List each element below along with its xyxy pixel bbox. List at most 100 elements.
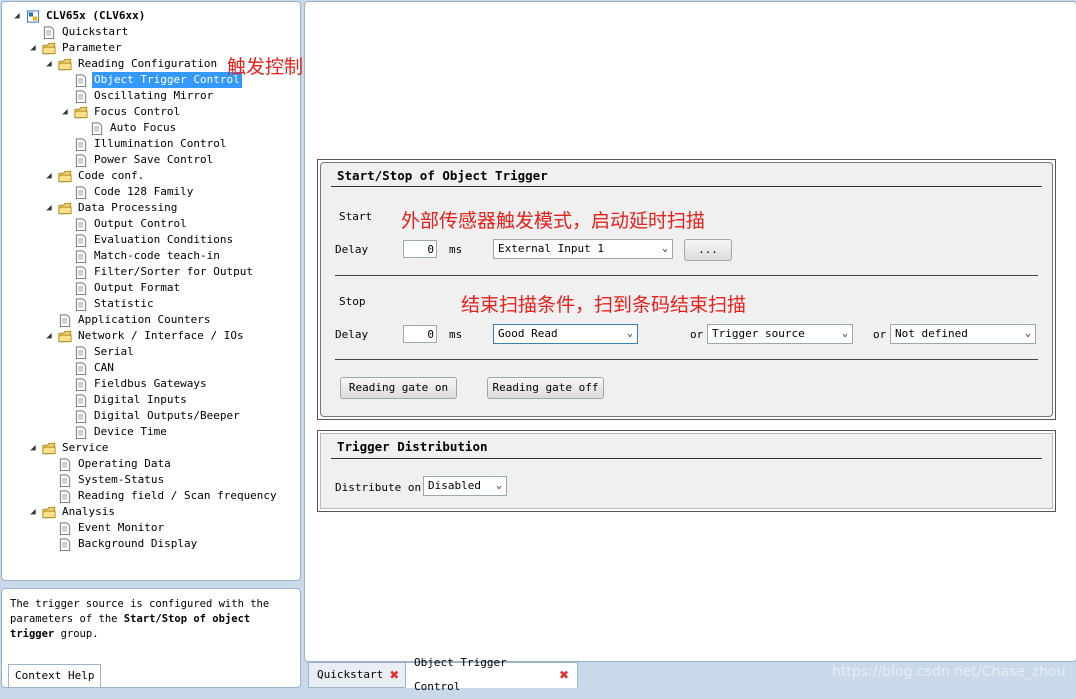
start-source-value: External Input 1 — [498, 242, 604, 255]
tree-item-label: Operating Data — [78, 457, 171, 470]
tab-context-help[interactable]: Context Help — [8, 664, 102, 687]
expand-toggle-icon[interactable]: ◢ — [60, 107, 70, 117]
tree-item[interactable]: System-Status — [44, 472, 166, 488]
tree-item[interactable]: Serial — [60, 344, 136, 360]
tree-item[interactable]: Oscillating Mirror — [60, 88, 215, 104]
tree-item[interactable]: Object Trigger Control — [60, 72, 242, 88]
tree-item[interactable]: Quickstart — [28, 24, 130, 40]
chevron-down-icon: ⌄ — [1024, 328, 1031, 339]
tree-item-label: Oscillating Mirror — [94, 89, 214, 102]
start-stop-group-inner: Start/Stop of Object Trigger Start Delay… — [320, 162, 1053, 417]
trigger-distribution-inner: Trigger Distribution Distribute on Disab… — [320, 433, 1053, 509]
help-text: The trigger source is configured with th… — [10, 598, 270, 640]
folder-icon — [58, 170, 72, 182]
tree-item-label: Code conf. — [78, 169, 145, 182]
expand-toggle-icon[interactable]: ◢ — [28, 507, 38, 517]
tree-item[interactable]: ◢ Service — [28, 440, 110, 456]
tree-item[interactable]: ◢ CLV65x (CLV6xx) — [12, 8, 147, 24]
tree-item[interactable]: Application Counters — [44, 312, 212, 328]
tree-item[interactable]: ◢ Reading Configuration — [44, 56, 219, 72]
tree-item[interactable]: ◢ Parameter — [28, 40, 124, 56]
stop-delay-unit: ms — [449, 328, 463, 341]
reading-gate-on-button[interactable]: Reading gate on — [340, 377, 457, 399]
tree-item[interactable]: ◢ Network / Interface / IOs — [44, 328, 246, 344]
expand-toggle-icon[interactable]: ◢ — [44, 171, 54, 181]
start-source-select[interactable]: External Input 1 ⌄ — [493, 239, 673, 259]
tree-item[interactable]: ◢ Code conf. — [44, 168, 146, 184]
stop-condition-select-1[interactable]: Good Read ⌄ — [493, 324, 638, 344]
stop-delay-input[interactable]: 0 — [403, 325, 437, 343]
page-icon — [75, 425, 87, 439]
expand-toggle-icon[interactable]: ◢ — [28, 43, 38, 53]
tree-item-label: Output Control — [94, 217, 187, 230]
stop-condition-select-3[interactable]: Not defined ⌄ — [890, 324, 1036, 344]
page-icon — [75, 217, 87, 231]
tree-item[interactable]: Fieldbus Gateways — [60, 376, 209, 392]
tree-item[interactable]: ◢ Focus Control — [60, 104, 182, 120]
folder-icon — [58, 330, 72, 342]
tree-item[interactable]: Device Time — [60, 424, 169, 440]
tree-item[interactable]: Match-code teach-in — [60, 248, 222, 264]
chevron-down-icon: ⌄ — [495, 480, 502, 491]
tree-item[interactable]: Auto Focus — [76, 120, 178, 136]
expand-toggle-icon[interactable]: ◢ — [12, 11, 22, 21]
tree-item[interactable]: Digital Outputs/Beeper — [60, 408, 242, 424]
watermark: https://blog.csdn.net/Chase_zhou — [832, 664, 1066, 680]
tree-item[interactable]: Event Monitor — [44, 520, 166, 536]
tree-item-label: Digital Inputs — [94, 393, 187, 406]
stop-label: Stop — [339, 295, 366, 308]
tree-item-label: CLV65x (CLV6xx) — [46, 9, 146, 22]
tree-item[interactable]: ◢ Data Processing — [44, 200, 179, 216]
stop-condition-3-value: Not defined — [895, 327, 968, 340]
stop-condition-select-2[interactable]: Trigger source ⌄ — [707, 324, 853, 344]
buttons-divider — [335, 359, 1038, 360]
tree-item-label: Illumination Control — [94, 137, 227, 150]
tree-item-label: Event Monitor — [78, 521, 165, 534]
tree-item[interactable]: Illumination Control — [60, 136, 228, 152]
expand-toggle-icon[interactable]: ◢ — [44, 331, 54, 341]
close-icon[interactable]: ✖ — [389, 663, 399, 687]
tab-object-trigger-control[interactable]: Object Trigger Control ✖ — [405, 656, 578, 693]
reading-gate-off-button[interactable]: Reading gate off — [487, 377, 604, 399]
tree-item[interactable]: Output Control — [60, 216, 189, 232]
tree-item[interactable]: Statistic — [60, 296, 156, 312]
tree-item[interactable]: Code 128 Family — [60, 184, 195, 200]
tree-item-label: Service — [62, 441, 109, 454]
tree-item[interactable]: Digital Inputs — [60, 392, 189, 408]
expand-toggle-icon[interactable]: ◢ — [44, 59, 54, 69]
distribution-title-divider — [331, 458, 1042, 459]
page-icon — [75, 281, 87, 295]
expand-toggle-icon[interactable]: ◢ — [44, 203, 54, 213]
chevron-down-icon: ⌄ — [626, 328, 633, 339]
expand-toggle-icon[interactable]: ◢ — [28, 443, 38, 453]
tree-item[interactable]: Evaluation Conditions — [60, 232, 235, 248]
tree-item[interactable]: Reading field / Scan frequency — [44, 488, 279, 504]
tree-item[interactable]: ◢ Analysis — [28, 504, 117, 520]
start-delay-label: Delay — [335, 243, 369, 256]
tree-item[interactable]: Filter/Sorter for Output — [60, 264, 255, 280]
distribute-on-select[interactable]: Disabled ⌄ — [423, 476, 507, 496]
tree-item[interactable]: Background Display — [44, 536, 199, 552]
close-icon[interactable]: ✖ — [559, 663, 569, 687]
tree-item-label: Quickstart — [62, 25, 129, 38]
page-icon — [75, 265, 87, 279]
tree-item[interactable]: Output Format — [60, 280, 182, 296]
tree-item[interactable]: Power Save Control — [60, 152, 215, 168]
folder-icon — [42, 506, 56, 518]
folder-icon — [74, 106, 88, 118]
page-icon — [75, 361, 87, 375]
stop-condition-1-value: Good Read — [498, 327, 558, 340]
tree-item-label: Digital Outputs/Beeper — [94, 409, 240, 422]
tree-item[interactable]: Operating Data — [44, 456, 173, 472]
start-more-button[interactable]: ... — [684, 239, 732, 261]
tab-quickstart[interactable]: Quickstart ✖ — [308, 662, 409, 688]
tree-item[interactable]: CAN — [60, 360, 116, 376]
chevron-down-icon: ⌄ — [841, 328, 848, 339]
tree-item-label: Data Processing — [78, 201, 178, 214]
start-delay-input[interactable]: 0 — [403, 240, 437, 258]
tab-quickstart-label: Quickstart — [317, 668, 384, 681]
